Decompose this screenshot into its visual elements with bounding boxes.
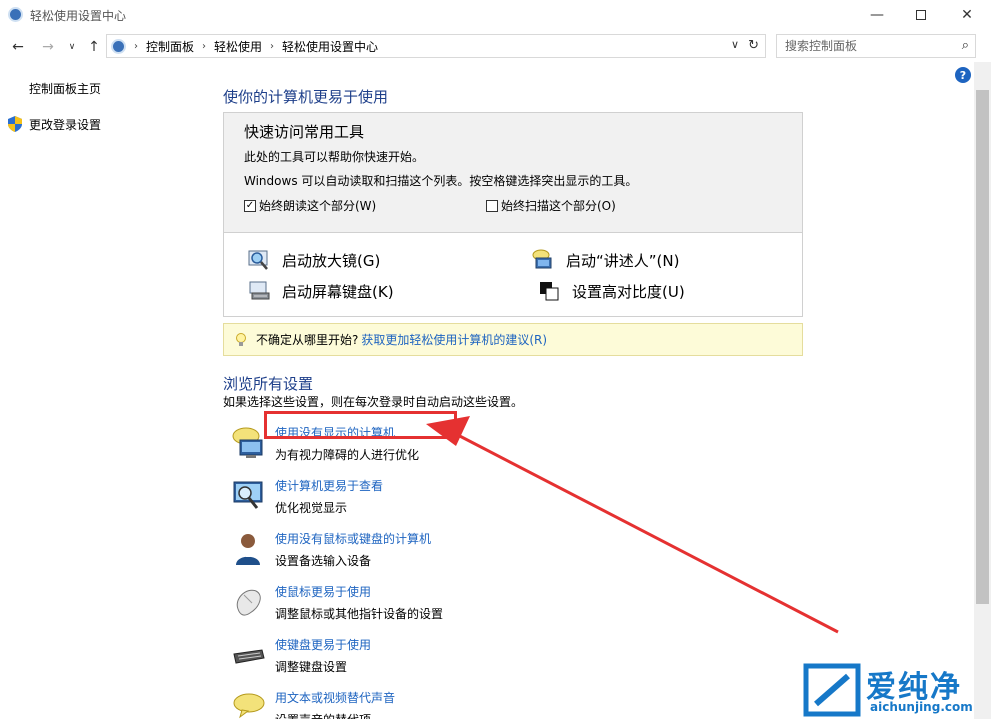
annotation-highlight-box [264,411,457,439]
use-without-mouse-keyboard-link[interactable]: 使用没有鼠标或键盘的计算机 [275,530,431,547]
recent-locations-button[interactable]: ∨ [62,36,82,58]
watermark: 爱纯净 aichunjing.com [800,660,991,719]
quick-access-header: 快速访问常用工具 此处的工具可以帮助你快速开始。 Windows 可以自动读取和… [224,113,802,233]
lightbulb-icon [236,332,246,346]
forward-button[interactable]: → [38,36,58,58]
chevron-down-icon: ∨ [68,42,76,52]
list-item: 使计算机更易于查看 优化视觉显示 [232,477,732,521]
narrator-icon [532,249,552,269]
address-bar[interactable]: › 控制面板 › 轻松使用 › 轻松使用设置中心 ∨ ↻ [106,34,766,58]
browse-heading: 浏览所有设置 [223,375,314,393]
quick-access-title: 快速访问常用工具 [244,123,365,141]
search-input[interactable] [785,39,955,53]
ease-of-access-icon [8,7,23,22]
window-title: 轻松使用设置中心 [30,9,127,23]
search-icon[interactable]: ⌕ [962,38,969,53]
text-alternatives-desc: 设置声音的替代项 [275,711,371,719]
search-box[interactable]: ⌕ [776,34,976,58]
breadcrumb-ease-of-access[interactable]: 轻松使用 [214,38,262,55]
keyboard-icon [233,649,265,664]
onscreen-keyboard-icon [249,281,270,300]
start-narrator-button[interactable]: 启动“讲述人”(N) [532,249,679,271]
scrollbar-thumb[interactable] [976,90,989,604]
maximize-button[interactable] [898,0,944,30]
start-magnifier-label: 启动放大镜(G) [282,251,381,270]
magnify-monitor-icon [233,481,263,509]
uac-shield-icon [8,116,22,132]
high-contrast-icon [540,282,559,301]
control-panel-icon [111,38,126,54]
page-heading: 使你的计算机更易于使用 [223,88,389,106]
list-item: 使鼠标更易于使用 调整鼠标或其他指针设备的设置 [232,583,732,627]
watermark-en-text: aichunjing.com [870,700,973,714]
speech-bubble-monitor-icon [232,427,263,458]
always-read-label: 始终朗读这个部分(W) [259,199,377,213]
always-scan-checkbox[interactable]: 始终扫描这个部分(O) [486,197,616,214]
breadcrumb-separator-icon: › [270,40,275,52]
title-bar: 轻松使用设置中心 — ✕ [0,0,991,30]
help-icon[interactable]: ? [955,67,971,83]
up-button[interactable]: ↑ [84,36,104,58]
speech-bubble-icon [233,693,265,719]
checkbox-checked-icon: ✓ [244,199,256,212]
tip-bar: 不确定从哪里开始? 获取更加轻松使用计算机的建议(R) [223,323,803,356]
mouse-icon [236,589,261,616]
up-arrow-icon: ↑ [88,39,100,55]
magnifier-icon [248,250,268,270]
make-easier-to-see-desc: 优化视觉显示 [275,501,348,515]
breadcrumb-control-panel[interactable]: 控制面板 [146,38,194,55]
start-narrator-label: 启动“讲述人”(N) [566,251,680,270]
back-arrow-icon: ← [12,39,24,55]
list-item: 用文本或视频替代声音 设置声音的替代项 [232,689,732,719]
tip-prefix: 不确定从哪里开始? [256,333,359,347]
start-onscreen-keyboard-label: 启动屏幕键盘(K) [282,282,394,301]
make-mouse-easier-link[interactable]: 使鼠标更易于使用 [275,583,371,600]
make-keyboard-easier-link[interactable]: 使键盘更易于使用 [275,636,371,653]
use-without-display-desc: 为有视力障碍的人进行优化 [275,448,420,462]
user-icon [236,534,260,565]
make-easier-to-see-link[interactable]: 使计算机更易于查看 [275,477,383,494]
breadcrumb-ease-of-access-center[interactable]: 轻松使用设置中心 [282,38,378,55]
checkbox-unchecked-icon [486,199,498,212]
refresh-icon[interactable]: ↻ [748,38,759,53]
watermark-logo-icon [803,663,861,717]
use-without-mouse-keyboard-desc: 设置备选输入设备 [275,554,372,568]
always-read-checkbox[interactable]: ✓ 始终朗读这个部分(W) [244,197,376,214]
set-high-contrast-button[interactable]: 设置高对比度(U) [538,280,685,302]
breadcrumb-separator-icon: › [202,40,207,52]
sidebar-item-change-sign-in-settings[interactable]: 更改登录设置 [29,116,101,133]
close-button[interactable]: ✕ [944,0,990,30]
quick-access-line-2: Windows 可以自动读取和扫描这个列表。按空格键选择突出显示的工具。 [244,174,638,188]
set-high-contrast-label: 设置高对比度(U) [572,282,685,301]
quick-access-line-1: 此处的工具可以帮助你快速开始。 [244,150,425,164]
minimize-button[interactable]: — [854,0,900,30]
breadcrumb-separator-icon: › [134,40,138,52]
browse-subtitle: 如果选择这些设置，则在每次登录时自动启动这些设置。 [223,395,524,409]
make-mouse-easier-desc: 调整鼠标或其他指针设备的设置 [275,607,444,621]
always-scan-label: 始终扫描这个部分(O) [501,199,616,213]
forward-arrow-icon: → [42,39,54,55]
start-magnifier-button[interactable]: 启动放大镜(G) [248,249,380,271]
maximize-icon [916,10,926,20]
navigation-bar: ← → ∨ ↑ › 控制面板 › 轻松使用 › 轻松使用设置中心 ∨ ↻ ⌕ [0,34,991,60]
sidebar-item-control-panel-home[interactable]: 控制面板主页 [29,80,101,97]
address-dropdown-icon[interactable]: ∨ [731,38,739,51]
make-keyboard-easier-desc: 调整键盘设置 [275,660,348,674]
text-alternatives-link[interactable]: 用文本或视频替代声音 [275,689,395,706]
start-onscreen-keyboard-button[interactable]: 启动屏幕键盘(K) [248,280,394,302]
back-button[interactable]: ← [8,36,28,58]
list-item: 使用没有鼠标或键盘的计算机 设置备选输入设备 [232,530,732,574]
quick-access-panel: 快速访问常用工具 此处的工具可以帮助你快速开始。 Windows 可以自动读取和… [223,112,803,317]
list-item: 使键盘更易于使用 调整键盘设置 [232,636,732,680]
tip-link[interactable]: 获取更加轻松使用计算机的建议(R) [361,331,547,348]
